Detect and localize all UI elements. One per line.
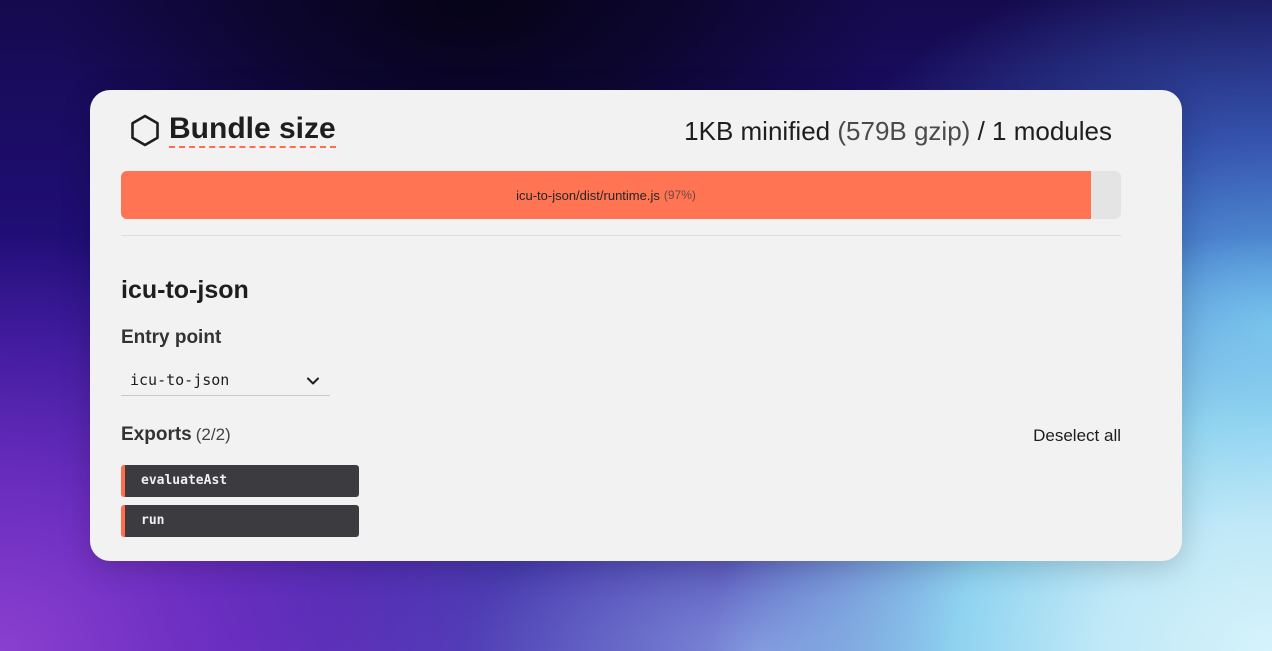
summary-separator: / — [977, 116, 985, 146]
divider — [121, 235, 1121, 236]
exports-count: (2/2) — [195, 425, 231, 444]
module-size-bar: icu-to-json/dist/runtime.js (97%) — [121, 171, 1121, 219]
entry-point-select[interactable]: icu-to-json — [121, 367, 330, 396]
page-title[interactable]: Bundle size — [169, 112, 336, 148]
module-file-name: icu-to-json/dist/runtime.js — [516, 187, 660, 203]
module-percent: (97%) — [663, 188, 696, 202]
module-segment[interactable]: icu-to-json/dist/runtime.js (97%) — [121, 171, 1091, 219]
export-item-run[interactable]: run — [121, 505, 359, 537]
entry-point-value: icu-to-json — [130, 371, 230, 389]
entry-point-label: Entry point — [121, 327, 222, 348]
export-name: evaluateAst — [141, 473, 228, 488]
hexagon-icon — [131, 114, 159, 147]
export-item-evaluateast[interactable]: evaluateAst — [121, 465, 359, 497]
deselect-all-button[interactable]: Deselect all — [1033, 426, 1121, 446]
minified-size: 1KB minified — [684, 116, 831, 146]
export-name: run — [141, 513, 165, 528]
gzip-size: (579B gzip) — [837, 116, 971, 146]
module-count: 1 modules — [992, 116, 1112, 146]
exports-title: Exports — [121, 424, 192, 445]
bundle-size-card: Bundle size 1KB minified (579B gzip) / 1… — [90, 90, 1182, 561]
chevron-down-icon — [307, 377, 319, 385]
exports-label: Exports (2/2) — [121, 424, 231, 446]
package-name: icu-to-json — [121, 276, 249, 304]
header: Bundle size 1KB minified (579B gzip) / 1… — [130, 112, 1112, 150]
size-summary: 1KB minified (579B gzip) / 1 modules — [684, 113, 1112, 149]
